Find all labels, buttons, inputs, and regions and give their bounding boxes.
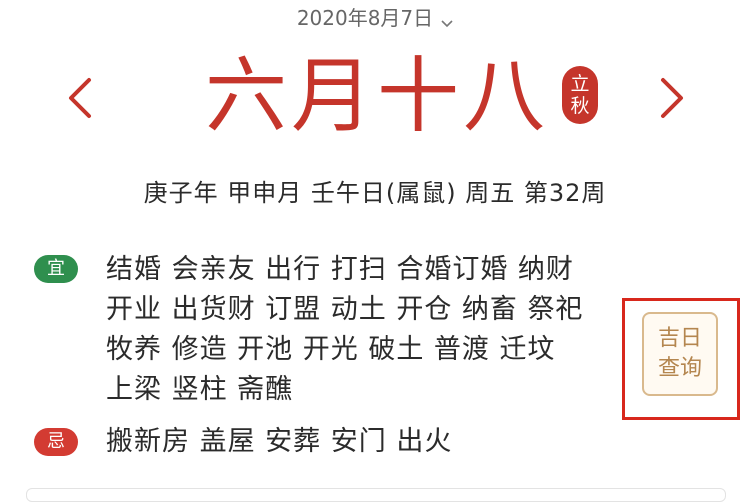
chevron-right-icon	[661, 78, 683, 118]
yi-line: 开业 出货财 订盟 动土 开仓 纳畜 祭祀	[106, 294, 584, 325]
ji-badge: 忌	[34, 428, 78, 456]
chevron-down-icon	[441, 10, 453, 28]
solar-term-char-2: 秋	[570, 95, 590, 117]
lucky-day-label-2: 查询	[657, 356, 702, 381]
yi-line: 牧养 修造 开池 开光 破土 普渡 迁坟	[106, 334, 556, 365]
lucky-day-search-button[interactable]: 吉日 查询	[642, 312, 718, 396]
yi-line: 上梁 竖柱 斋醮	[106, 374, 294, 405]
lunar-date: 六月十八	[205, 49, 550, 144]
lucky-day-label-1: 吉日	[657, 326, 702, 351]
ganzhi-info: 庚子年 甲申月 壬午日(属鼠) 周五 第32周	[143, 179, 607, 207]
chevron-left-icon	[69, 78, 91, 118]
date-selector[interactable]: 2020年8月7日	[0, 0, 750, 32]
yi-line: 结婚 会亲友 出行 打扫 合婚订婚 纳财	[106, 254, 574, 285]
current-date: 2020年8月7日	[296, 5, 434, 30]
ji-activities: 搬新房 盖屋 安葬 安门 出火	[106, 426, 453, 457]
yi-badge: 宜	[34, 255, 78, 283]
next-day-button[interactable]	[652, 72, 692, 124]
solar-term-badge: 立 秋	[562, 66, 598, 124]
yi-activities: 结婚 会亲友 出行 打扫 合婚订婚 纳财 开业 出货财 订盟 动土 开仓 纳畜 …	[106, 250, 626, 410]
solar-term-char-1: 立	[570, 73, 590, 95]
prev-day-button[interactable]	[60, 72, 100, 124]
